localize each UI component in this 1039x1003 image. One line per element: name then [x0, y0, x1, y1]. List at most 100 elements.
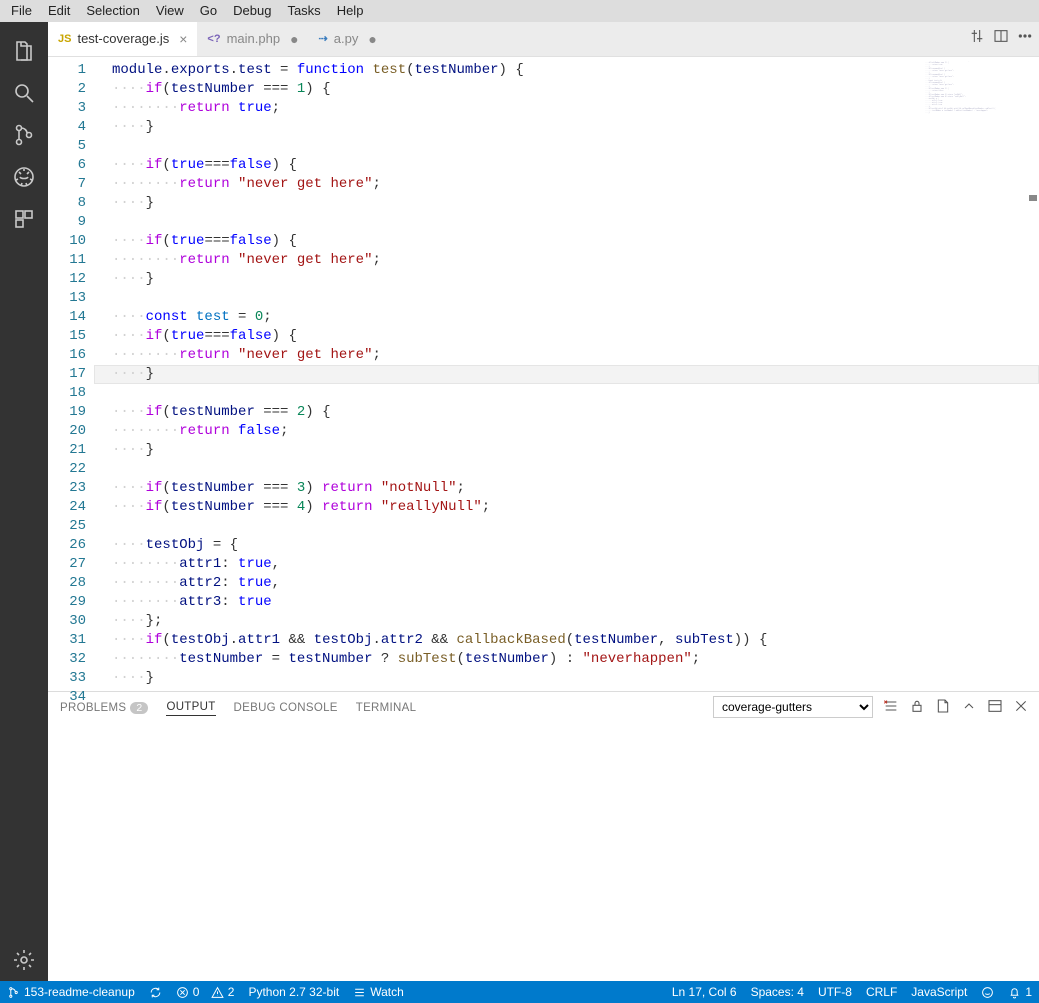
- problems-count-badge: 2: [130, 702, 148, 714]
- code-line[interactable]: ····if(testNumber === 3) return "notNull…: [94, 479, 1039, 498]
- status-python[interactable]: Python 2.7 32-bit: [241, 981, 346, 1003]
- status-lncol[interactable]: Ln 17, Col 6: [665, 981, 744, 1003]
- code-line[interactable]: module.exports.test = function test(test…: [94, 61, 1039, 80]
- menu-tasks[interactable]: Tasks: [279, 1, 328, 20]
- code-line[interactable]: ····};: [94, 612, 1039, 631]
- code-line[interactable]: ········return "never get here";: [94, 346, 1039, 365]
- close-panel-icon[interactable]: [1013, 698, 1029, 717]
- output-body[interactable]: [48, 724, 1039, 981]
- editor-tab[interactable]: ⇢ a.py ●: [309, 22, 419, 56]
- code-line[interactable]: [94, 289, 1039, 308]
- status-branch[interactable]: 153-readme-cleanup: [0, 981, 142, 1003]
- status-notifications[interactable]: 1: [1001, 981, 1039, 1003]
- status-language[interactable]: JavaScript: [904, 981, 974, 1003]
- panel-tab-output[interactable]: OUTPUT: [166, 701, 215, 716]
- panel-tab-debug-console[interactable]: DEBUG CONSOLE: [234, 702, 338, 714]
- status-feedback-icon[interactable]: [974, 981, 1001, 1003]
- search-icon[interactable]: [0, 72, 48, 114]
- menu-go[interactable]: Go: [192, 1, 225, 20]
- code-line[interactable]: ········attr2: true,: [94, 574, 1039, 593]
- clear-output-icon[interactable]: [883, 698, 899, 717]
- code-line[interactable]: ········return "never get here";: [94, 251, 1039, 270]
- code-line[interactable]: ····if(testNumber === 4) return "reallyN…: [94, 498, 1039, 517]
- code-line[interactable]: ········return true;: [94, 99, 1039, 118]
- code-line[interactable]: ····}: [94, 194, 1039, 213]
- status-indentation[interactable]: Spaces: 4: [744, 981, 811, 1003]
- filetype-icon: <?: [207, 33, 220, 45]
- settings-gear-icon[interactable]: [0, 939, 48, 981]
- source-control-icon[interactable]: [0, 114, 48, 156]
- code-line[interactable]: ····}: [94, 270, 1039, 289]
- code-line[interactable]: ········return false;: [94, 422, 1039, 441]
- code-line[interactable]: [94, 384, 1039, 403]
- code-line[interactable]: ····const test = 0;: [94, 308, 1039, 327]
- code-line[interactable]: [94, 517, 1039, 536]
- menu-bar: FileEditSelectionViewGoDebugTasksHelp: [0, 0, 1039, 22]
- code-line[interactable]: ····}: [94, 365, 1039, 384]
- code-line[interactable]: ····if(testNumber === 1) {: [94, 80, 1039, 99]
- code-line[interactable]: [94, 213, 1039, 232]
- maximize-panel-icon[interactable]: [987, 698, 1003, 717]
- dirty-indicator-icon: ●: [290, 31, 298, 47]
- code-line[interactable]: ········attr3: true: [94, 593, 1039, 612]
- status-problems[interactable]: 0 2: [169, 981, 242, 1003]
- menu-debug[interactable]: Debug: [225, 1, 279, 20]
- status-bar: 153-readme-cleanup 0 2 Python 2.7 32-bit…: [0, 981, 1039, 1003]
- close-tab-icon[interactable]: ×: [179, 31, 187, 47]
- menu-view[interactable]: View: [148, 1, 192, 20]
- menu-help[interactable]: Help: [329, 1, 372, 20]
- tab-label: a.py: [334, 31, 359, 46]
- panel-tabs: PROBLEMS2 OUTPUT DEBUG CONSOLE TERMINAL …: [48, 692, 1039, 724]
- editor-area: JS test-coverage.js × <? main.php ● ⇢ a.py ● 123…: [48, 22, 1039, 982]
- activity-bar: [0, 22, 48, 982]
- code-line[interactable]: ········testNumber = testNumber ? subTes…: [94, 650, 1039, 669]
- code-content[interactable]: module.exports.test = function test(test…: [94, 57, 1039, 692]
- code-line[interactable]: [94, 137, 1039, 156]
- menu-edit[interactable]: Edit: [40, 1, 78, 20]
- tab-label: test-coverage.js: [77, 31, 169, 46]
- editor-tabs: JS test-coverage.js × <? main.php ● ⇢ a.py ●: [48, 22, 1039, 57]
- code-line[interactable]: ····if(true===false) {: [94, 232, 1039, 251]
- bottom-panel: PROBLEMS2 OUTPUT DEBUG CONSOLE TERMINAL …: [48, 691, 1039, 981]
- code-line[interactable]: ····}: [94, 118, 1039, 137]
- overview-ruler[interactable]: [1027, 57, 1039, 692]
- output-channel-select[interactable]: coverage-gutters: [713, 696, 873, 718]
- code-line[interactable]: [94, 460, 1039, 479]
- code-line[interactable]: ····testObj = {: [94, 536, 1039, 555]
- code-line[interactable]: ····}: [94, 669, 1039, 688]
- dirty-indicator-icon: ●: [368, 31, 376, 47]
- menu-selection[interactable]: Selection: [78, 1, 147, 20]
- editor-tab[interactable]: JS test-coverage.js ×: [48, 22, 197, 56]
- compare-changes-icon[interactable]: [969, 28, 985, 47]
- code-line[interactable]: [94, 688, 1039, 692]
- explorer-icon[interactable]: [0, 30, 48, 72]
- code-line[interactable]: ····if(true===false) {: [94, 327, 1039, 346]
- code-line[interactable]: ····if(true===false) {: [94, 156, 1039, 175]
- code-line[interactable]: ········return "never get here";: [94, 175, 1039, 194]
- panel-tab-terminal[interactable]: TERMINAL: [356, 702, 417, 714]
- status-sync[interactable]: [142, 981, 169, 1003]
- split-editor-icon[interactable]: [993, 28, 1009, 47]
- filetype-icon: JS: [58, 33, 71, 45]
- editor-tab[interactable]: <? main.php ●: [197, 22, 308, 56]
- filetype-icon: ⇢: [319, 32, 328, 45]
- status-encoding[interactable]: UTF-8: [811, 981, 859, 1003]
- status-eol[interactable]: CRLF: [859, 981, 904, 1003]
- more-actions-icon[interactable]: [1017, 28, 1033, 47]
- code-line[interactable]: ····if(testNumber === 2) {: [94, 403, 1039, 422]
- open-log-icon[interactable]: [935, 698, 951, 717]
- lock-scroll-icon[interactable]: [909, 698, 925, 717]
- extensions-icon[interactable]: [0, 198, 48, 240]
- minimap[interactable]: module.exports.test = function test(test…: [925, 61, 1025, 181]
- menu-file[interactable]: File: [3, 1, 40, 20]
- overview-mark: [1029, 195, 1037, 201]
- debug-icon[interactable]: [0, 156, 48, 198]
- editor-body[interactable]: 1234567891011121314151617181920212223242…: [48, 57, 1039, 692]
- code-line[interactable]: ········attr1: true,: [94, 555, 1039, 574]
- tab-label: main.php: [227, 31, 280, 46]
- panel-tab-problems[interactable]: PROBLEMS2: [60, 702, 148, 714]
- status-watch[interactable]: Watch: [346, 981, 411, 1003]
- code-line[interactable]: ····}: [94, 441, 1039, 460]
- code-line[interactable]: ····if(testObj.attr1 && testObj.attr2 &&…: [94, 631, 1039, 650]
- collapse-panel-icon[interactable]: [961, 698, 977, 717]
